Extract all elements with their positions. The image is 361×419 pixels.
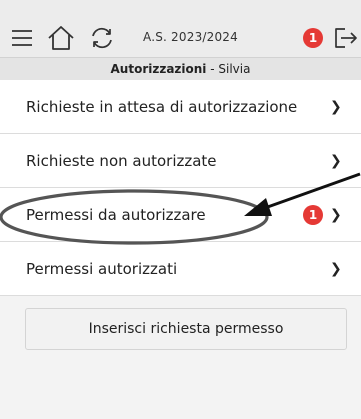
list-item-permits-to-authorize[interactable]: Permessi da autorizzare 1 ❯ bbox=[0, 188, 361, 242]
chevron-right-icon: ❯ bbox=[330, 99, 342, 115]
hamburger-menu-icon[interactable] bbox=[10, 26, 34, 50]
chevron-right-icon: ❯ bbox=[330, 207, 342, 223]
list-item-unauthorized-requests[interactable]: Richieste non autorizzate ❯ bbox=[0, 134, 361, 188]
chevron-right-icon: ❯ bbox=[330, 261, 342, 277]
user-name: Silvia bbox=[218, 62, 251, 76]
section-subheader: Autorizzazioni - Silvia bbox=[0, 57, 361, 80]
list-item-label: Richieste non autorizzate bbox=[26, 152, 217, 170]
school-year-label: A.S. 2023/2024 bbox=[143, 30, 238, 44]
pending-count-badge: 1 bbox=[303, 205, 323, 225]
subheader-separator: - bbox=[206, 62, 219, 76]
authorization-menu-list: Richieste in attesa di autorizzazione ❯ … bbox=[0, 80, 361, 296]
page: A.S. 2023/2024 1 Autorizzazioni - Silvia… bbox=[0, 0, 361, 419]
section-title: Autorizzazioni bbox=[110, 62, 207, 76]
add-permit-request-button[interactable]: Inserisci richiesta permesso bbox=[25, 308, 347, 350]
list-item-label: Permessi autorizzati bbox=[26, 260, 178, 278]
list-item-label: Permessi da autorizzare bbox=[26, 206, 206, 224]
notification-badge[interactable]: 1 bbox=[303, 28, 323, 48]
list-item-label: Richieste in attesa di autorizzazione bbox=[26, 98, 298, 116]
top-toolbar: A.S. 2023/2024 1 bbox=[0, 0, 361, 57]
logout-icon[interactable] bbox=[331, 24, 359, 52]
chevron-right-icon: ❯ bbox=[330, 153, 342, 169]
list-item-pending-requests[interactable]: Richieste in attesa di autorizzazione ❯ bbox=[0, 80, 361, 134]
list-item-authorized-permits[interactable]: Permessi autorizzati ❯ bbox=[0, 242, 361, 296]
home-icon[interactable] bbox=[46, 23, 76, 53]
action-area: Inserisci richiesta permesso bbox=[0, 296, 361, 419]
refresh-icon[interactable] bbox=[88, 24, 116, 52]
